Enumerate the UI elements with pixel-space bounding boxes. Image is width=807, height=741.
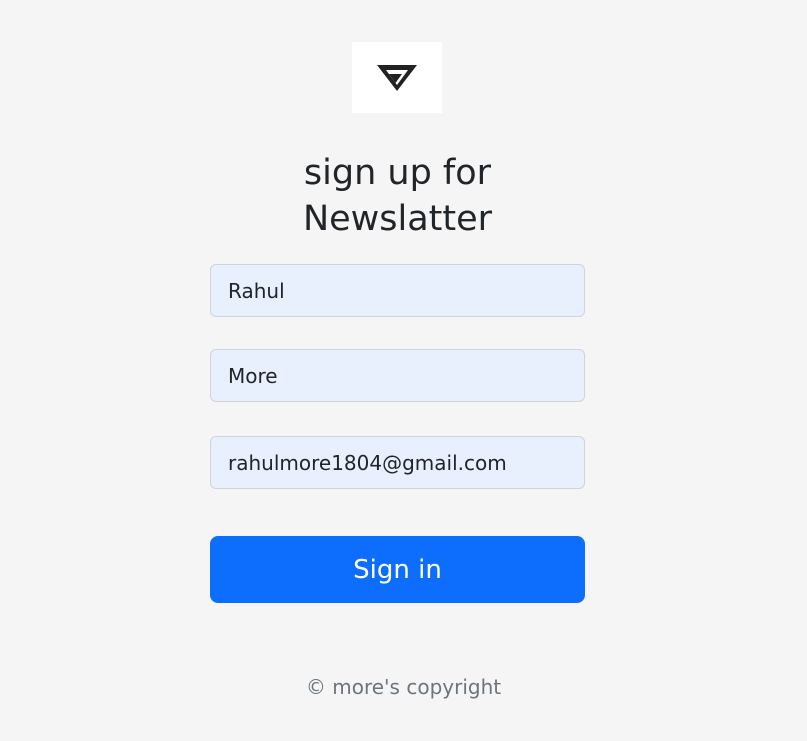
page-title-line-1: sign up for bbox=[303, 153, 492, 193]
page-title: sign up for Newslatter bbox=[210, 150, 585, 242]
copyright-footer: © more's copyright bbox=[305, 675, 502, 699]
page-title-line-2: Newslatter bbox=[302, 199, 493, 239]
last-name-field[interactable] bbox=[210, 349, 585, 402]
first-name-field[interactable] bbox=[210, 264, 585, 317]
triangle-logo-icon bbox=[377, 64, 417, 91]
sign-in-button[interactable]: Sign in bbox=[210, 536, 585, 603]
email-field[interactable] bbox=[210, 436, 585, 489]
logo bbox=[352, 42, 442, 113]
